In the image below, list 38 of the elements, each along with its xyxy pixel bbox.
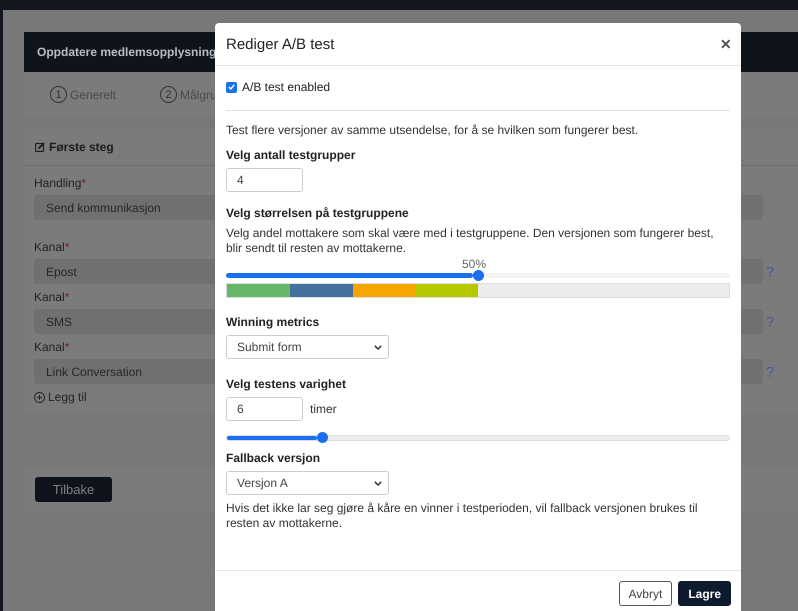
intro-text: Test flere versjoner av samme utsendelse, for å se hvilken som fungerer best. bbox=[226, 123, 640, 138]
field-label: Velg størrelsen på testgruppene bbox=[226, 206, 410, 220]
field-label: Kanal* bbox=[34, 290, 70, 304]
description-text: Velg andel mottakere som skal være med i testgruppene. Den versjonen som fungerer best, blir sendt til resten av mottakerne. bbox=[226, 226, 715, 256]
section-title: Første steg bbox=[49, 140, 114, 154]
page-title: Oppdatere medlemsopplysning bbox=[37, 45, 216, 59]
field-label: Velg antall testgrupper bbox=[226, 148, 356, 162]
checkbox[interactable] bbox=[226, 82, 237, 92]
step-number: 1 bbox=[50, 86, 67, 103]
save-button[interactable]: Lagre bbox=[678, 581, 731, 606]
dialog-title: Rediger A/B test bbox=[226, 36, 334, 52]
select-field[interactable]: Submit form bbox=[226, 335, 389, 359]
close-button[interactable]: × bbox=[720, 35, 731, 53]
cancel-button[interactable]: Avbryt bbox=[618, 581, 672, 606]
field-label: Kanal* bbox=[34, 340, 70, 354]
chevron-down-icon bbox=[374, 480, 382, 486]
step-number: 2 bbox=[160, 86, 177, 103]
checkbox-label: A/B test enabled bbox=[242, 80, 330, 94]
note-text: Hvis det ikke lar seg gjøre å kåre en vinner i testperioden, vil fallback versjonen brukes til resten av mottakerne. bbox=[226, 501, 699, 531]
field-label: Winning metrics bbox=[226, 315, 320, 329]
add-link[interactable]: Legg til bbox=[48, 390, 87, 404]
field-label: Kanal* bbox=[34, 240, 70, 254]
unit-label: timer bbox=[310, 402, 337, 416]
field-label: Velg testens varighet bbox=[226, 377, 348, 391]
field-label: Handling* bbox=[34, 176, 86, 190]
slider-fill[interactable] bbox=[226, 273, 473, 278]
select-field[interactable]: Versjon A bbox=[226, 471, 389, 495]
field-label: Fallback versjon bbox=[226, 451, 322, 465]
input-field[interactable]: 4 bbox=[226, 168, 303, 192]
back-button[interactable]: Tilbake bbox=[35, 477, 112, 502]
slider-value: 50% bbox=[461, 258, 488, 271]
slider-thumb[interactable] bbox=[317, 432, 328, 443]
edit-icon bbox=[35, 142, 45, 152]
slider-thumb[interactable] bbox=[473, 270, 484, 281]
chevron-down-icon bbox=[374, 344, 382, 350]
input-field[interactable]: 6 bbox=[226, 397, 303, 421]
slider-fill[interactable] bbox=[227, 436, 318, 440]
plus-circle-icon bbox=[34, 392, 45, 402]
